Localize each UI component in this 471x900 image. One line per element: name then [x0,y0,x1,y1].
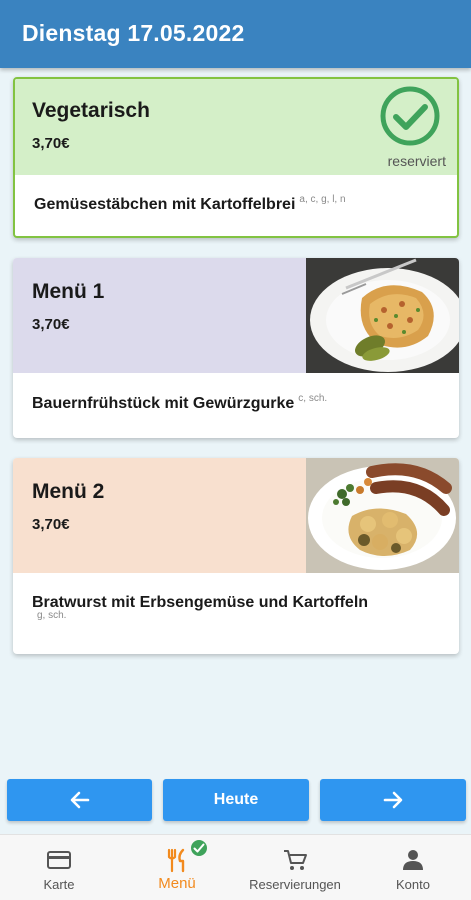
meal-card-vegetarisch[interactable]: Vegetarisch 3,70€ reserviert Gemüsestäbc… [13,77,459,238]
meal-price: 3,70€ [32,135,70,152]
page-title: Dienstag 17.05.2022 [22,20,245,46]
tab-label: Menü [158,875,196,892]
arrow-right-icon [383,791,403,809]
dish-photo-bratwurst [306,458,459,573]
meal-card-menu-2[interactable]: Menü 2 3,70€ Bratwurst mit Erbsengemüse … [13,458,459,654]
meal-title: Menü 2 [32,480,105,503]
dish-photo-bauernfruehstueck [306,258,459,373]
allergen-codes: c, sch. [298,393,328,404]
cutlery-icon [167,848,185,873]
meal-title: Menü 1 [32,280,105,303]
cart-icon [284,850,307,870]
today-button[interactable]: Heute [163,779,309,821]
next-day-button[interactable] [320,779,466,821]
meal-card-header: Vegetarisch 3,70€ reserviert [15,79,457,175]
reserved-check-icon [379,85,441,147]
reserved-status: reserviert [387,153,446,169]
meal-title: Vegetarisch [32,99,150,122]
meal-card-menu-1[interactable]: Menü 1 3,70€ Bauernfrühstück mit Gewürzg… [13,258,459,438]
previous-day-button[interactable] [7,779,152,821]
tab-konto[interactable]: Konto [354,835,471,900]
tab-label: Karte [43,877,75,892]
tab-karte[interactable]: Karte [0,835,118,900]
tab-reservierungen[interactable]: Reservierungen [236,835,354,900]
person-icon [403,850,423,870]
card-icon [47,851,71,869]
tab-menu[interactable]: Menü [118,835,236,900]
meal-description: Bauernfrühstück mit Gewürzgurke c, sch. [32,393,328,412]
tab-label: Konto [396,877,430,892]
meal-description: Gemüsestäbchen mit Kartoffelbrei a, c, g,… [34,194,346,213]
meal-card-header: Menü 1 3,70€ [13,258,459,373]
arrow-left-icon [70,791,89,809]
meal-card-header: Menü 2 3,70€ [13,458,459,573]
meal-price: 3,70€ [32,316,70,333]
bottom-navigation: Karte Menü Reservierungen Konto [0,834,471,900]
tab-label: Reservierungen [249,877,341,892]
meal-price: 3,70€ [32,516,70,533]
allergen-codes: a, c, g, l, n [299,194,346,205]
app-bar: Dienstag 17.05.2022 [0,0,471,68]
meal-description: Bratwurst mit Erbsengemüse und Kartoffel… [32,594,369,611]
allergen-codes: g, sch. [37,610,67,621]
check-badge-icon [189,838,209,858]
